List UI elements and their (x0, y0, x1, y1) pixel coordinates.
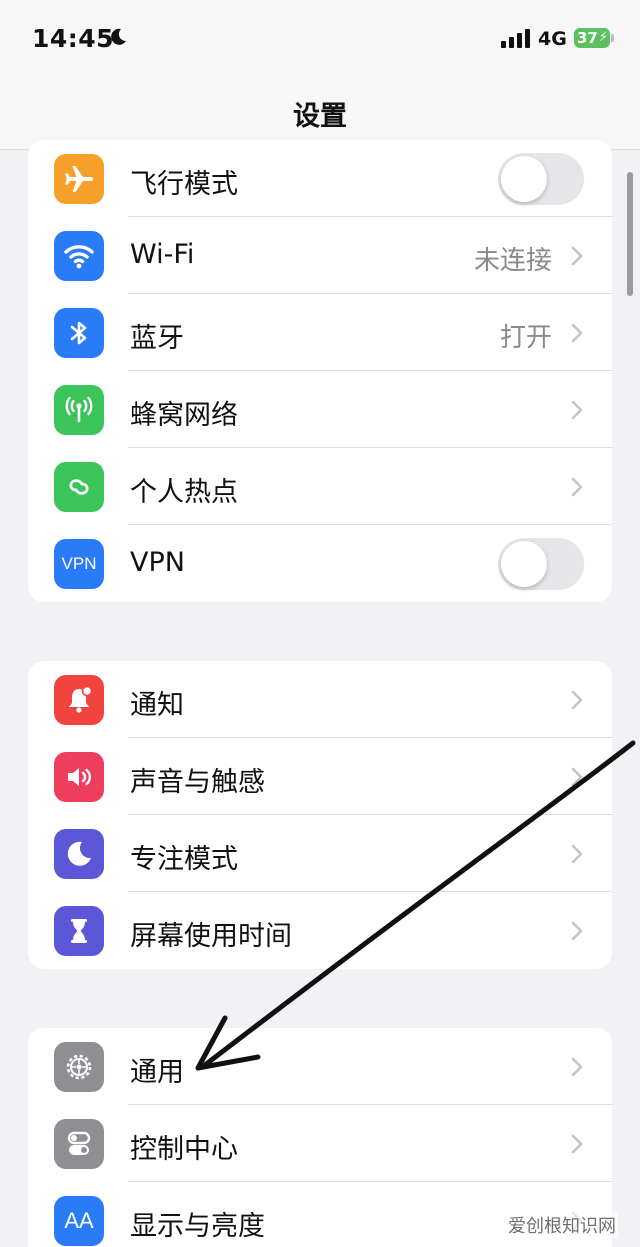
settings-row-airplane-mode[interactable]: 飞行模式 (28, 140, 612, 217)
do-not-disturb-moon-icon (111, 28, 126, 45)
settings-row-label: 蓝牙 (130, 323, 184, 354)
settings-row-label: 声音与触感 (130, 767, 265, 798)
toggles-icon (54, 1119, 104, 1169)
chevron-right-icon (571, 844, 583, 864)
battery-percent: 37 (577, 29, 598, 47)
airplane-mode-toggle[interactable] (498, 153, 584, 205)
status-bar: 14:45 4G 37 ⚡ (0, 0, 640, 80)
chevron-right-icon (571, 323, 583, 343)
signal-strength-icon (501, 29, 530, 48)
chevron-right-icon (571, 1057, 583, 1077)
settings-row-bluetooth[interactable]: 蓝牙 打开 (28, 294, 612, 371)
settings-row-label: 飞行模式 (130, 169, 238, 200)
scroll-indicator[interactable] (627, 172, 633, 296)
cellular-icon (54, 385, 104, 435)
charging-bolt-icon: ⚡ (598, 30, 608, 45)
gear-icon (54, 1042, 104, 1092)
settings-row-notifications[interactable]: 通知 (28, 661, 612, 738)
settings-row-label: Wi-Fi (130, 239, 195, 270)
wifi-icon (54, 231, 104, 281)
settings-row-label: 通知 (130, 690, 184, 721)
hotspot-icon (54, 462, 104, 512)
status-time: 14:45 (32, 24, 115, 53)
hourglass-icon (54, 906, 104, 956)
chevron-right-icon (571, 1134, 583, 1154)
chevron-right-icon (571, 690, 583, 710)
chevron-right-icon (571, 767, 583, 787)
wifi-status-value: 未连接 (473, 246, 552, 276)
vpn-icon-text: VPN (61, 554, 97, 573)
settings-row-personal-hotspot[interactable]: 个人热点 (28, 448, 612, 525)
chevron-right-icon (571, 400, 583, 420)
settings-row-screen-time[interactable]: 屏幕使用时间 (28, 892, 612, 969)
settings-row-focus[interactable]: 专注模式 (28, 815, 612, 892)
vpn-toggle[interactable] (498, 538, 584, 590)
settings-row-label: 屏幕使用时间 (130, 921, 292, 952)
settings-row-label: 通用 (130, 1057, 184, 1088)
vpn-icon: VPN (54, 539, 104, 589)
page-title: 设置 (293, 101, 347, 132)
bluetooth-icon (54, 308, 104, 358)
speaker-icon (54, 752, 104, 802)
chevron-right-icon (571, 921, 583, 941)
chevron-right-icon (571, 246, 583, 266)
settings-row-label: VPN (130, 547, 185, 578)
watermark-text: 爱创根知识网 (506, 1212, 618, 1238)
settings-group-notifications: 通知 声音与触感 专注模式 屏幕使用时间 (28, 661, 612, 969)
settings-row-wifi[interactable]: Wi-Fi 未连接 (28, 217, 612, 294)
settings-row-sounds-haptics[interactable]: 声音与触感 (28, 738, 612, 815)
airplane-icon (54, 154, 104, 204)
notification-bell-icon (54, 675, 104, 725)
toggle-knob (501, 156, 547, 202)
moon-icon (54, 829, 104, 879)
settings-row-general[interactable]: 通用 (28, 1028, 612, 1105)
battery-icon: 37 ⚡ (574, 28, 610, 48)
settings-row-label: 个人热点 (130, 477, 238, 508)
settings-row-control-center[interactable]: 控制中心 (28, 1105, 612, 1182)
toggle-knob (501, 541, 547, 587)
settings-row-label: 显示与亮度 (130, 1211, 265, 1242)
settings-group-connectivity: 飞行模式 Wi-Fi 未连接 蓝牙 打开 蜂窝网络 个人热点 VPN VPN (28, 140, 612, 602)
settings-row-label: 控制中心 (130, 1134, 238, 1165)
display-aa-icon: AA (54, 1196, 104, 1246)
display-icon-text: AA (64, 1208, 94, 1233)
settings-row-label: 专注模式 (130, 844, 238, 875)
settings-row-label: 蜂窝网络 (130, 400, 238, 431)
battery-cap (611, 34, 614, 42)
settings-row-cellular[interactable]: 蜂窝网络 (28, 371, 612, 448)
network-type: 4G (538, 28, 567, 50)
settings-row-vpn[interactable]: VPN VPN (28, 525, 612, 602)
chevron-right-icon (571, 477, 583, 497)
bluetooth-status-value: 打开 (499, 323, 552, 353)
